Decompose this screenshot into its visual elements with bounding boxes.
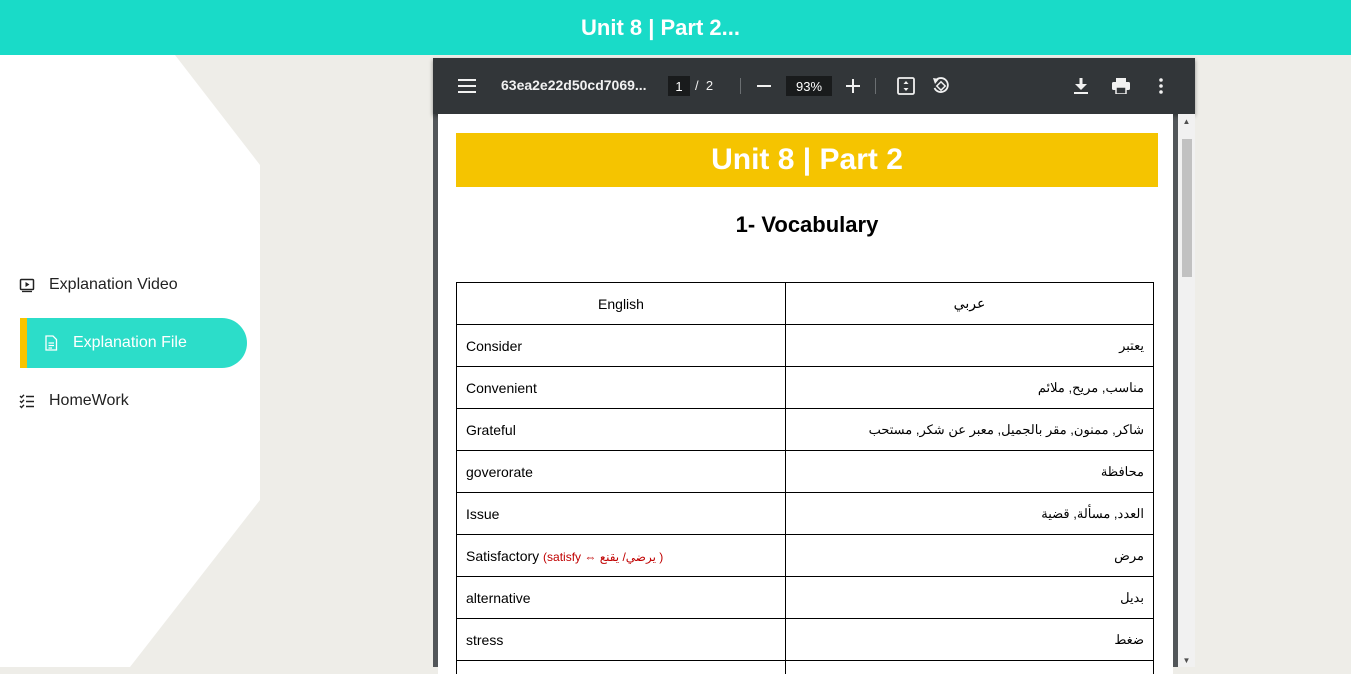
total-pages: 2 (706, 78, 713, 93)
table-row: Grateful شاكر, ممنون, مقر بالجميل, معبر … (457, 409, 1154, 451)
table-row: stress ضغط (457, 619, 1154, 661)
sidebar-item-homework[interactable]: HomeWork (18, 376, 129, 426)
arabic-cell: مرض (786, 535, 1154, 577)
english-cell: stress (457, 619, 786, 661)
fit-to-page-icon[interactable] (894, 74, 918, 98)
print-icon[interactable] (1109, 74, 1133, 98)
sidebar-item-label: Explanation File (73, 334, 187, 352)
vocabulary-table: English عربي Consider يعتبر Convenient م… (456, 282, 1154, 674)
column-header-english: English (457, 283, 786, 325)
arabic-cell: محافظة (786, 451, 1154, 493)
pdf-page: Unit 8 | Part 2 1- Vocabulary English عر… (438, 114, 1173, 674)
english-cell (457, 661, 786, 674)
section-heading: 1- Vocabulary (456, 212, 1158, 238)
sidebar: Explanation Video Explanation File HomeW (0, 55, 262, 667)
play-video-icon (18, 276, 36, 294)
zoom-out-icon[interactable] (752, 74, 776, 98)
scroll-thumb[interactable] (1182, 139, 1192, 277)
column-header-arabic: عربي (786, 283, 1154, 325)
toolbar-divider (740, 78, 741, 94)
top-header: Unit 8 | Part 2... (0, 0, 1351, 55)
word-note: (satisfy ⇔ يرضي/ يقنع ) (543, 550, 663, 564)
toolbar-divider (875, 78, 876, 94)
more-options-icon[interactable] (1149, 74, 1173, 98)
file-name: 63ea2e22d50cd7069... (501, 77, 647, 93)
page-count: / 2 (695, 78, 713, 93)
pdf-scrollbar[interactable]: ▲ ▼ (1178, 114, 1195, 667)
page-number-input[interactable]: 1 (668, 76, 690, 96)
scroll-down-arrow-icon[interactable]: ▼ (1178, 653, 1195, 667)
english-cell: Consider (457, 325, 786, 367)
sidebar-item-label: Explanation Video (49, 276, 178, 294)
zoom-level-input[interactable]: 93% (786, 76, 832, 96)
arabic-cell: يعتبر (786, 325, 1154, 367)
page-separator: / (695, 78, 699, 93)
english-cell: alternative (457, 577, 786, 619)
scroll-up-arrow-icon[interactable]: ▲ (1178, 114, 1195, 128)
sidebar-item-explanation-file[interactable]: Explanation File (20, 318, 247, 368)
pdf-toolbar: 63ea2e22d50cd7069... 1 / 2 93% (433, 58, 1195, 114)
english-word: Satisfactory (466, 548, 539, 564)
arabic-cell (786, 661, 1154, 674)
rotate-icon[interactable] (929, 74, 953, 98)
menu-icon[interactable] (455, 74, 479, 98)
file-icon (42, 334, 60, 352)
sidebar-item-label: HomeWork (49, 392, 129, 410)
english-cell: Satisfactory (satisfy ⇔ يرضي/ يقنع ) (457, 535, 786, 577)
table-row: Convenient مناسب, مريح, ملائم (457, 367, 1154, 409)
table-row: Satisfactory (satisfy ⇔ يرضي/ يقنع ) مرض (457, 535, 1154, 577)
table-header-row: English عربي (457, 283, 1154, 325)
arabic-cell: العدد, مسألة, قضية (786, 493, 1154, 535)
zoom-in-icon[interactable] (841, 74, 865, 98)
sidebar-item-explanation-video[interactable]: Explanation Video (18, 260, 178, 310)
document-banner: Unit 8 | Part 2 (456, 133, 1158, 187)
arabic-cell: ضغط (786, 619, 1154, 661)
english-cell: goverorate (457, 451, 786, 493)
page-title: Unit 8 | Part 2... (581, 15, 740, 41)
arabic-cell: مناسب, مريح, ملائم (786, 367, 1154, 409)
pdf-viewer: 63ea2e22d50cd7069... 1 / 2 93% (433, 58, 1195, 667)
table-row: goverorate محافظة (457, 451, 1154, 493)
table-row: Issue العدد, مسألة, قضية (457, 493, 1154, 535)
download-icon[interactable] (1069, 74, 1093, 98)
table-row (457, 661, 1154, 674)
table-row: alternative بديل (457, 577, 1154, 619)
english-cell: Grateful (457, 409, 786, 451)
arabic-cell: بديل (786, 577, 1154, 619)
arabic-cell: شاكر, ممنون, مقر بالجميل, معبر عن شكر, م… (786, 409, 1154, 451)
checklist-icon (18, 392, 36, 410)
english-cell: Issue (457, 493, 786, 535)
english-cell: Convenient (457, 367, 786, 409)
table-row: Consider يعتبر (457, 325, 1154, 367)
